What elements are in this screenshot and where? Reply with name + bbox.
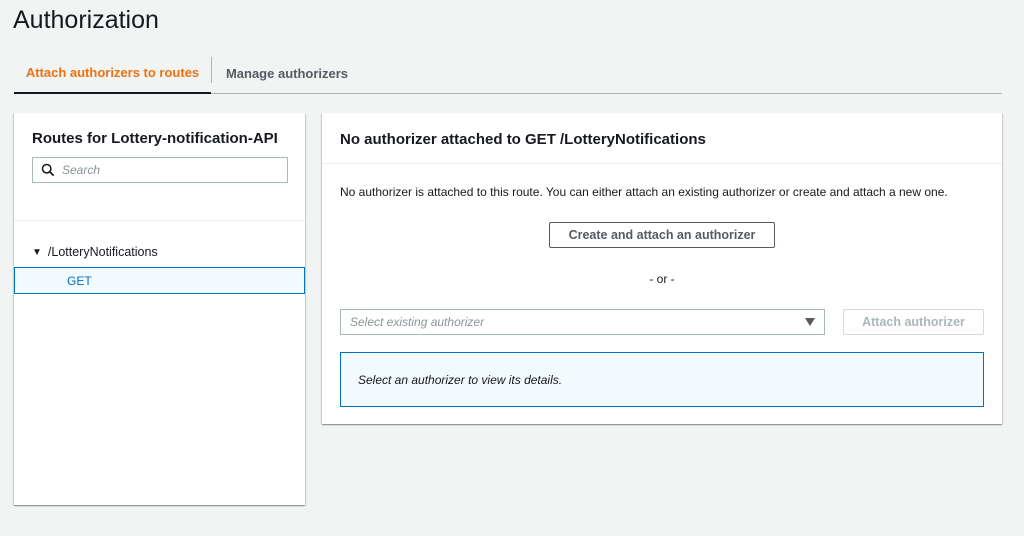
routes-panel-header: Routes for Lottery-notification-API — [14, 113, 305, 221]
search-icon — [41, 163, 55, 177]
detail-description: No authorizer is attached to this route.… — [340, 185, 948, 199]
detail-panel-title: No authorizer attached to GET /LotteryNo… — [322, 113, 1002, 164]
dropdown-arrow-icon — [805, 318, 815, 326]
attach-authorizer-button[interactable]: Attach authorizer — [843, 309, 984, 335]
search-input[interactable] — [62, 163, 272, 177]
authorizer-info-text: Select an authorizer to view its details… — [358, 372, 563, 387]
authorizer-detail-panel: No authorizer attached to GET /LotteryNo… — [322, 113, 1002, 424]
authorizer-select[interactable]: Select existing authorizer — [340, 309, 825, 335]
tree-resource-node[interactable]: ▼ /LotteryNotifications — [14, 242, 305, 262]
authorizer-select-placeholder: Select existing authorizer — [350, 315, 485, 329]
routes-panel: Routes for Lottery-notification-API ▼ /L… — [14, 113, 305, 505]
search-box[interactable] — [32, 157, 288, 183]
or-separator: - or - — [649, 272, 675, 286]
tab-attach-authorizers[interactable]: Attach authorizers to routes — [14, 52, 211, 94]
page-title: Authorization — [13, 6, 159, 34]
resource-path: /LotteryNotifications — [47, 245, 158, 259]
tab-manage-authorizers[interactable]: Manage authorizers — [212, 52, 362, 94]
routes-panel-title: Routes for Lottery-notification-API — [32, 130, 278, 147]
tab-bar: Attach authorizers to routes Manage auth… — [14, 52, 1002, 94]
routes-tree: ▼ /LotteryNotifications GET — [14, 221, 305, 294]
authorizer-info-box: Select an authorizer to view its details… — [340, 352, 984, 407]
tree-method-get[interactable]: GET — [14, 267, 305, 294]
create-attach-authorizer-button[interactable]: Create and attach an authorizer — [549, 222, 775, 248]
caret-down-icon[interactable]: ▼ — [32, 247, 42, 258]
